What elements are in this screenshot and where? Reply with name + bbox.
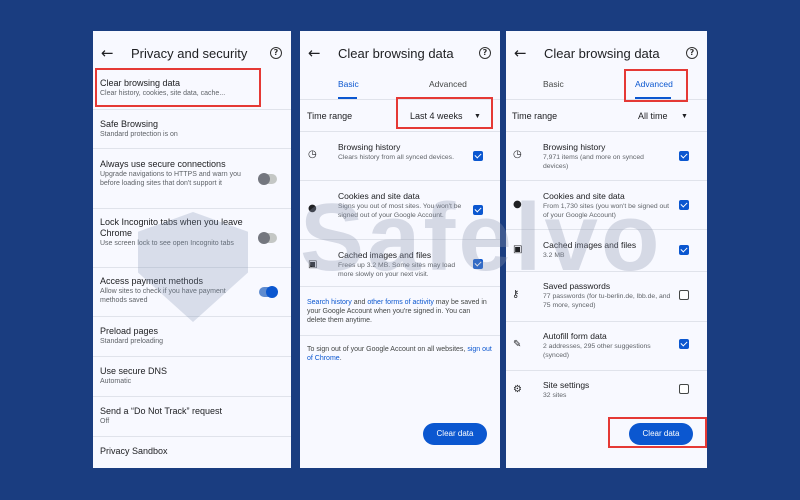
item-subtitle: Standard protection is on xyxy=(100,131,178,138)
divider xyxy=(93,356,291,357)
payment-methods-toggle[interactable] xyxy=(259,286,278,298)
divider xyxy=(300,335,500,336)
account-activity-note: Search history and other forms of activi… xyxy=(307,298,487,325)
time-range-select[interactable]: All time xyxy=(638,111,668,121)
item-title: Site settings xyxy=(543,380,590,390)
help-icon[interactable]: ? xyxy=(479,47,491,59)
tab-basic[interactable]: Basic xyxy=(543,79,564,89)
page-title: Privacy and security xyxy=(131,46,248,61)
item-title: Autofill form data xyxy=(543,331,607,341)
item-subtitle: 7,971 items (and more on synced devices) xyxy=(543,154,644,170)
time-range-label: Time range xyxy=(307,111,353,121)
item-title: Preload pages xyxy=(100,326,159,336)
divider xyxy=(506,131,707,132)
divider xyxy=(300,131,500,132)
preload-pages-item[interactable]: Preload pages Standard preloading xyxy=(100,326,291,346)
clear-data-button[interactable]: Clear data xyxy=(423,423,487,445)
back-arrow-icon[interactable]: ← xyxy=(514,44,527,62)
browsing-history-checkbox[interactable] xyxy=(679,151,689,161)
page-title: Clear browsing data xyxy=(338,46,454,61)
item-title: Browsing history xyxy=(543,142,606,152)
back-arrow-icon[interactable]: ← xyxy=(101,44,114,62)
divider xyxy=(93,208,291,209)
nav-bar xyxy=(123,461,262,464)
item-title: Safe Browsing xyxy=(100,119,159,129)
top-app-bar: ← Clear browsing data ? xyxy=(300,31,500,77)
nav-bar xyxy=(536,461,677,464)
item-subtitle: Off xyxy=(100,418,110,425)
saved-passwords-checkbox[interactable] xyxy=(679,290,689,300)
highlight-time-range xyxy=(396,97,493,129)
item-subtitle: 2 addresses, 295 other suggestions (sync… xyxy=(543,343,651,359)
item-subtitle: Upgrade navigations to HTTPS and warn yo… xyxy=(100,171,241,187)
divider xyxy=(506,180,707,181)
cookies-checkbox[interactable] xyxy=(679,200,689,210)
cached-images-checkbox[interactable] xyxy=(679,245,689,255)
back-arrow-icon[interactable]: ← xyxy=(308,44,321,62)
sign-out-note: To sign out of your Google Account on al… xyxy=(307,345,492,363)
note-text: and xyxy=(351,299,368,306)
safe-browsing-item[interactable]: Safe Browsing Standard protection is on xyxy=(100,119,291,139)
item-title: Send a “Do Not Track” request xyxy=(100,406,223,416)
note-text: . xyxy=(339,355,342,362)
time-range-label: Time range xyxy=(512,111,558,121)
site-settings-checkbox[interactable] xyxy=(679,384,689,394)
item-title: Always use secure connections xyxy=(100,159,226,169)
page-title: Clear browsing data xyxy=(544,46,660,61)
nav-bar xyxy=(330,461,470,464)
browsing-history-checkbox[interactable] xyxy=(473,151,483,161)
divider xyxy=(93,109,291,110)
help-icon[interactable]: ? xyxy=(270,47,282,59)
help-icon[interactable]: ? xyxy=(686,47,698,59)
item-subtitle: Clears history from all synced devices. xyxy=(338,154,454,161)
search-history-link[interactable]: Search history xyxy=(307,299,352,306)
item-title: Browsing history xyxy=(338,142,401,152)
clock-icon: ◷ xyxy=(513,149,522,160)
lock-incognito-toggle[interactable] xyxy=(258,232,277,244)
divider xyxy=(300,180,500,181)
highlight-clear-data-button xyxy=(608,417,707,448)
secure-dns-item[interactable]: Use secure DNS Automatic xyxy=(100,366,291,386)
other-activity-link[interactable]: other forms of activity xyxy=(367,299,434,306)
watermark-text: Safelvo xyxy=(300,184,663,291)
divider xyxy=(506,370,707,371)
divider xyxy=(506,321,707,322)
secure-connections-toggle[interactable] xyxy=(258,173,277,185)
item-title: Privacy Sandbox xyxy=(100,446,168,456)
settings-icon: ⚙ xyxy=(513,384,522,395)
dropdown-caret-icon[interactable]: ▼ xyxy=(681,113,688,120)
clock-icon: ◷ xyxy=(308,149,317,160)
item-subtitle: 77 passwords (for tu-berlin.de, lbb.de, … xyxy=(543,293,671,309)
tab-basic[interactable]: Basic xyxy=(338,79,359,89)
item-subtitle: Standard preloading xyxy=(100,338,164,345)
highlight-advanced-tab xyxy=(624,69,688,102)
tab-advanced[interactable]: Advanced xyxy=(429,79,467,89)
privacy-sandbox-item[interactable]: Privacy Sandbox xyxy=(100,446,291,457)
item-subtitle: 32 sites xyxy=(543,392,567,399)
autofill-checkbox[interactable] xyxy=(679,339,689,349)
divider xyxy=(93,396,291,397)
secure-connections-item[interactable]: Always use secure connections Upgrade na… xyxy=(100,159,250,188)
highlight-clear-browsing-data xyxy=(95,68,261,107)
item-title: Use secure DNS xyxy=(100,366,168,376)
item-subtitle: Automatic xyxy=(100,378,132,385)
divider xyxy=(93,436,291,437)
do-not-track-item[interactable]: Send a “Do Not Track” request Off xyxy=(100,406,291,426)
pencil-icon: ✎ xyxy=(513,339,522,350)
note-text: To sign out of your Google Account on al… xyxy=(307,346,468,353)
divider xyxy=(93,148,291,149)
